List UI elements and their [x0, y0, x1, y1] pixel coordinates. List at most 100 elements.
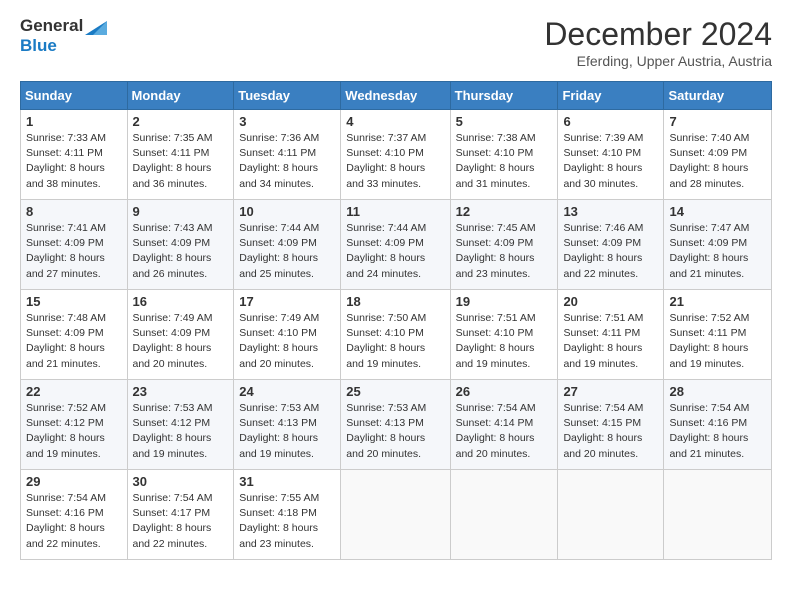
day-number: 8	[26, 204, 122, 219]
weekday-header-saturday: Saturday	[664, 82, 772, 110]
day-info: Sunrise: 7:53 AMSunset: 4:12 PMDaylight:…	[133, 402, 213, 460]
day-info: Sunrise: 7:50 AMSunset: 4:10 PMDaylight:…	[346, 312, 426, 370]
day-number: 26	[456, 384, 553, 399]
title-area: December 2024 Eferding, Upper Austria, A…	[544, 16, 772, 69]
day-number: 25	[346, 384, 444, 399]
day-info: Sunrise: 7:54 AMSunset: 4:16 PMDaylight:…	[26, 492, 106, 550]
day-number: 22	[26, 384, 122, 399]
day-number: 31	[239, 474, 335, 489]
weekday-header-thursday: Thursday	[450, 82, 558, 110]
day-number: 29	[26, 474, 122, 489]
day-info: Sunrise: 7:47 AMSunset: 4:09 PMDaylight:…	[669, 222, 749, 280]
weekday-header-sunday: Sunday	[21, 82, 128, 110]
calendar-cell: 9 Sunrise: 7:43 AMSunset: 4:09 PMDayligh…	[127, 200, 234, 290]
calendar-cell: 22 Sunrise: 7:52 AMSunset: 4:12 PMDaylig…	[21, 380, 128, 470]
day-number: 2	[133, 114, 229, 129]
day-number: 13	[563, 204, 658, 219]
day-info: Sunrise: 7:54 AMSunset: 4:14 PMDaylight:…	[456, 402, 536, 460]
calendar-cell: 5 Sunrise: 7:38 AMSunset: 4:10 PMDayligh…	[450, 110, 558, 200]
calendar-cell: 26 Sunrise: 7:54 AMSunset: 4:14 PMDaylig…	[450, 380, 558, 470]
calendar-cell: 11 Sunrise: 7:44 AMSunset: 4:09 PMDaylig…	[341, 200, 450, 290]
day-number: 27	[563, 384, 658, 399]
calendar-cell: 30 Sunrise: 7:54 AMSunset: 4:17 PMDaylig…	[127, 470, 234, 560]
day-info: Sunrise: 7:49 AMSunset: 4:10 PMDaylight:…	[239, 312, 319, 370]
day-info: Sunrise: 7:39 AMSunset: 4:10 PMDaylight:…	[563, 132, 643, 190]
day-number: 10	[239, 204, 335, 219]
calendar-cell: 4 Sunrise: 7:37 AMSunset: 4:10 PMDayligh…	[341, 110, 450, 200]
day-info: Sunrise: 7:52 AMSunset: 4:12 PMDaylight:…	[26, 402, 106, 460]
day-info: Sunrise: 7:33 AMSunset: 4:11 PMDaylight:…	[26, 132, 106, 190]
day-info: Sunrise: 7:54 AMSunset: 4:17 PMDaylight:…	[133, 492, 213, 550]
logo-bird-icon	[85, 17, 107, 35]
day-number: 23	[133, 384, 229, 399]
logo-general: General	[20, 16, 83, 36]
calendar-cell: 8 Sunrise: 7:41 AMSunset: 4:09 PMDayligh…	[21, 200, 128, 290]
header: General Blue December 2024 Eferding, Upp…	[20, 16, 772, 69]
day-number: 15	[26, 294, 122, 309]
calendar-cell: 17 Sunrise: 7:49 AMSunset: 4:10 PMDaylig…	[234, 290, 341, 380]
day-info: Sunrise: 7:48 AMSunset: 4:09 PMDaylight:…	[26, 312, 106, 370]
day-number: 11	[346, 204, 444, 219]
day-info: Sunrise: 7:37 AMSunset: 4:10 PMDaylight:…	[346, 132, 426, 190]
calendar-cell	[558, 470, 664, 560]
calendar-cell: 7 Sunrise: 7:40 AMSunset: 4:09 PMDayligh…	[664, 110, 772, 200]
calendar-cell: 2 Sunrise: 7:35 AMSunset: 4:11 PMDayligh…	[127, 110, 234, 200]
day-info: Sunrise: 7:55 AMSunset: 4:18 PMDaylight:…	[239, 492, 319, 550]
day-info: Sunrise: 7:53 AMSunset: 4:13 PMDaylight:…	[239, 402, 319, 460]
weekday-header-tuesday: Tuesday	[234, 82, 341, 110]
day-number: 4	[346, 114, 444, 129]
calendar-cell: 28 Sunrise: 7:54 AMSunset: 4:16 PMDaylig…	[664, 380, 772, 470]
day-info: Sunrise: 7:53 AMSunset: 4:13 PMDaylight:…	[346, 402, 426, 460]
calendar-cell: 3 Sunrise: 7:36 AMSunset: 4:11 PMDayligh…	[234, 110, 341, 200]
weekday-header-monday: Monday	[127, 82, 234, 110]
calendar-cell: 23 Sunrise: 7:53 AMSunset: 4:12 PMDaylig…	[127, 380, 234, 470]
day-number: 20	[563, 294, 658, 309]
day-number: 24	[239, 384, 335, 399]
calendar-cell: 16 Sunrise: 7:49 AMSunset: 4:09 PMDaylig…	[127, 290, 234, 380]
day-number: 28	[669, 384, 766, 399]
day-info: Sunrise: 7:35 AMSunset: 4:11 PMDaylight:…	[133, 132, 213, 190]
weekday-header-wednesday: Wednesday	[341, 82, 450, 110]
day-number: 6	[563, 114, 658, 129]
logo: General Blue	[20, 16, 107, 57]
day-number: 7	[669, 114, 766, 129]
calendar-cell: 20 Sunrise: 7:51 AMSunset: 4:11 PMDaylig…	[558, 290, 664, 380]
day-number: 9	[133, 204, 229, 219]
logo-blue: Blue	[20, 36, 57, 56]
day-info: Sunrise: 7:38 AMSunset: 4:10 PMDaylight:…	[456, 132, 536, 190]
day-info: Sunrise: 7:36 AMSunset: 4:11 PMDaylight:…	[239, 132, 319, 190]
calendar-cell	[341, 470, 450, 560]
day-number: 1	[26, 114, 122, 129]
calendar-cell: 21 Sunrise: 7:52 AMSunset: 4:11 PMDaylig…	[664, 290, 772, 380]
calendar-cell: 1 Sunrise: 7:33 AMSunset: 4:11 PMDayligh…	[21, 110, 128, 200]
calendar-cell: 12 Sunrise: 7:45 AMSunset: 4:09 PMDaylig…	[450, 200, 558, 290]
day-info: Sunrise: 7:40 AMSunset: 4:09 PMDaylight:…	[669, 132, 749, 190]
location-title: Eferding, Upper Austria, Austria	[544, 53, 772, 69]
day-number: 19	[456, 294, 553, 309]
weekday-header-friday: Friday	[558, 82, 664, 110]
calendar-cell: 29 Sunrise: 7:54 AMSunset: 4:16 PMDaylig…	[21, 470, 128, 560]
day-info: Sunrise: 7:51 AMSunset: 4:10 PMDaylight:…	[456, 312, 536, 370]
day-info: Sunrise: 7:41 AMSunset: 4:09 PMDaylight:…	[26, 222, 106, 280]
calendar-cell: 24 Sunrise: 7:53 AMSunset: 4:13 PMDaylig…	[234, 380, 341, 470]
day-info: Sunrise: 7:51 AMSunset: 4:11 PMDaylight:…	[563, 312, 643, 370]
day-number: 12	[456, 204, 553, 219]
calendar-cell: 18 Sunrise: 7:50 AMSunset: 4:10 PMDaylig…	[341, 290, 450, 380]
day-number: 18	[346, 294, 444, 309]
calendar-cell: 27 Sunrise: 7:54 AMSunset: 4:15 PMDaylig…	[558, 380, 664, 470]
day-number: 21	[669, 294, 766, 309]
day-info: Sunrise: 7:54 AMSunset: 4:16 PMDaylight:…	[669, 402, 749, 460]
day-info: Sunrise: 7:49 AMSunset: 4:09 PMDaylight:…	[133, 312, 213, 370]
day-number: 3	[239, 114, 335, 129]
day-number: 17	[239, 294, 335, 309]
calendar-cell: 14 Sunrise: 7:47 AMSunset: 4:09 PMDaylig…	[664, 200, 772, 290]
calendar-cell: 13 Sunrise: 7:46 AMSunset: 4:09 PMDaylig…	[558, 200, 664, 290]
month-title: December 2024	[544, 16, 772, 53]
calendar-cell: 15 Sunrise: 7:48 AMSunset: 4:09 PMDaylig…	[21, 290, 128, 380]
day-info: Sunrise: 7:45 AMSunset: 4:09 PMDaylight:…	[456, 222, 536, 280]
day-info: Sunrise: 7:44 AMSunset: 4:09 PMDaylight:…	[346, 222, 426, 280]
day-info: Sunrise: 7:54 AMSunset: 4:15 PMDaylight:…	[563, 402, 643, 460]
calendar-cell: 10 Sunrise: 7:44 AMSunset: 4:09 PMDaylig…	[234, 200, 341, 290]
day-number: 5	[456, 114, 553, 129]
day-number: 16	[133, 294, 229, 309]
